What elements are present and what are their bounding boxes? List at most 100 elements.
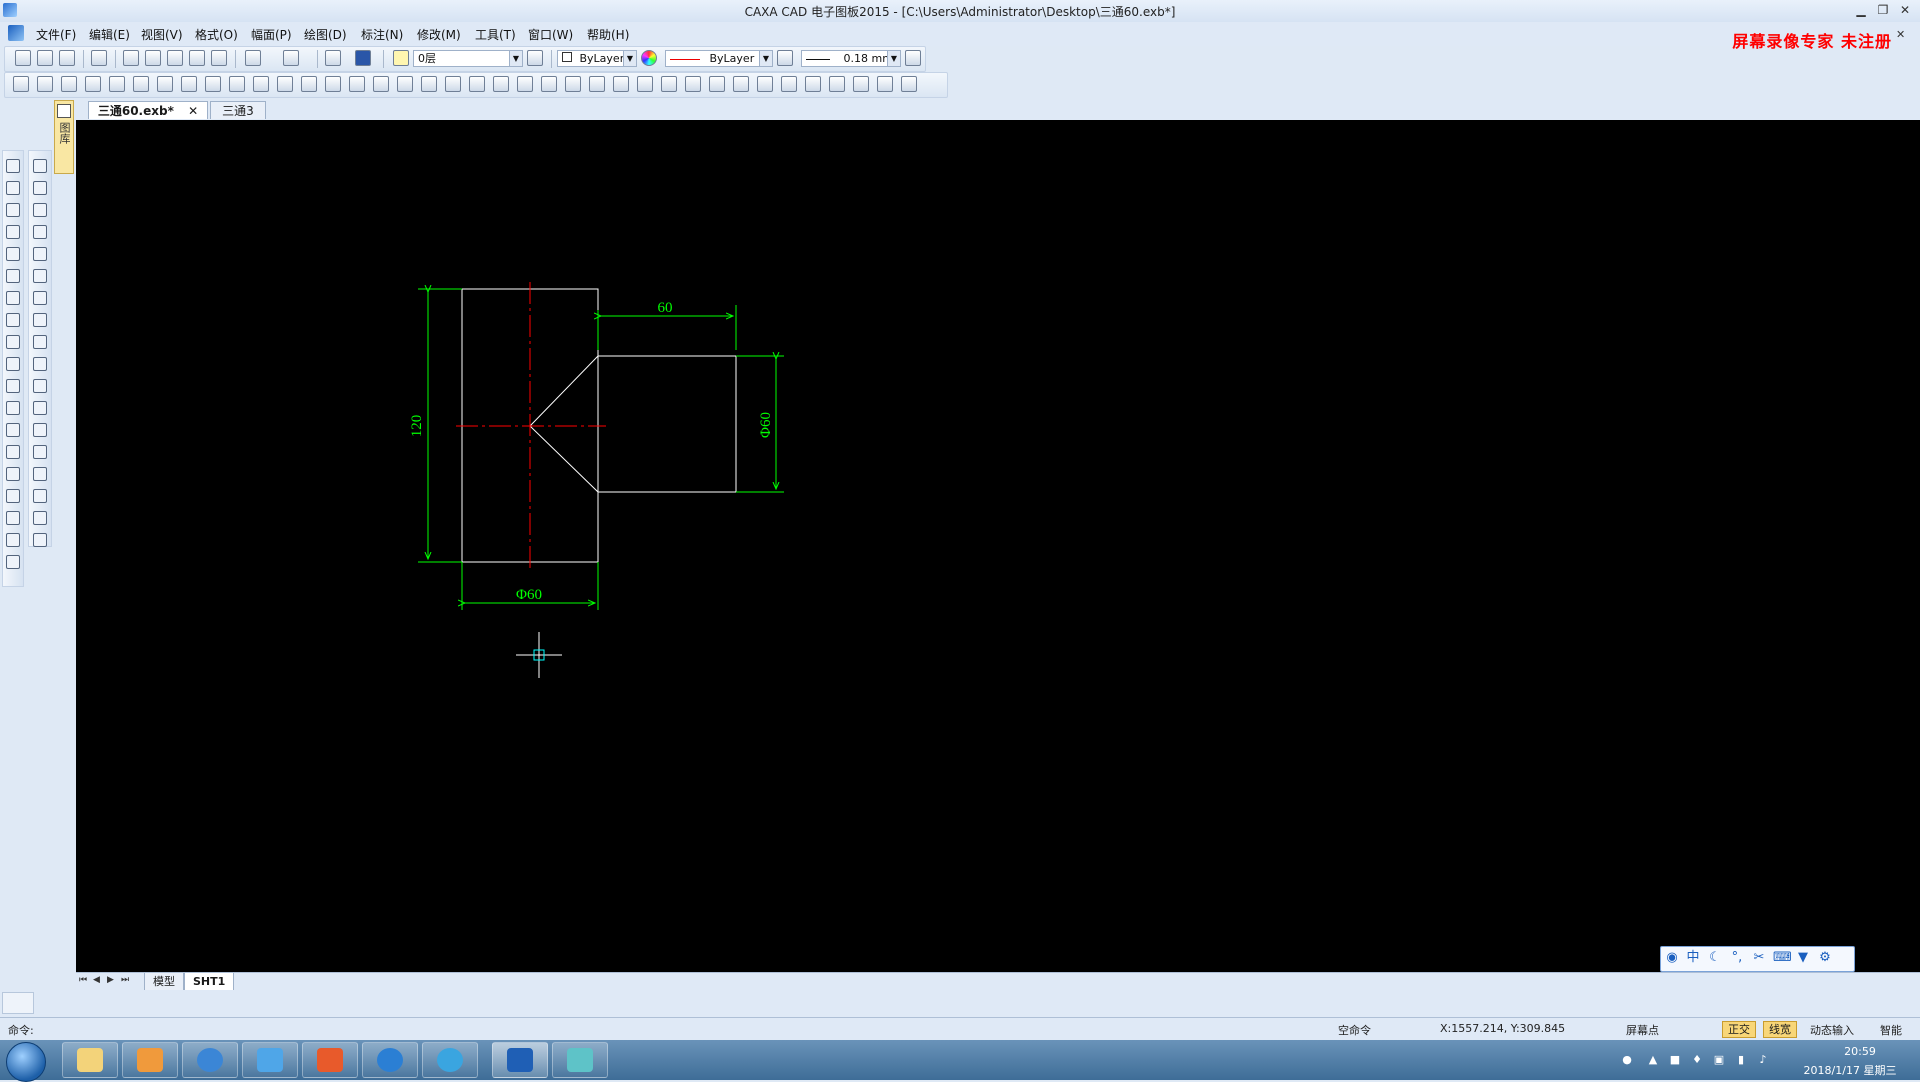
menu-tools[interactable]: 工具(T) [475,26,516,43]
prev-sheet-icon[interactable]: ◀ [93,975,100,985]
editor-taskbar-button[interactable] [302,1042,358,1078]
layer-icon[interactable] [637,76,653,92]
show-hidden-icons[interactable]: ▲ [1646,1053,1660,1067]
clear-icon[interactable] [325,50,341,66]
wave-icon[interactable] [181,76,197,92]
lineweight-manager-icon[interactable] [905,50,921,66]
punctuation-icon[interactable]: °, [1729,950,1745,966]
trim-icon[interactable] [349,76,365,92]
spline-icon[interactable] [157,76,173,92]
extend-icon[interactable] [373,76,389,92]
view2-icon[interactable] [37,76,53,92]
scale-icon[interactable] [541,76,557,92]
shield-icon[interactable]: ♦ [1690,1053,1704,1067]
lineweight-toggle[interactable]: 线宽 [1763,1021,1797,1038]
zoom-in-icon[interactable] [733,76,749,92]
scissors-icon[interactable]: ✂ [1751,950,1767,966]
cut-icon[interactable] [123,50,139,66]
align-icon[interactable] [33,489,47,503]
image-icon[interactable] [6,489,20,503]
dynamic-input-toggle[interactable]: 动态输入 [1810,1022,1854,1038]
gear-icon[interactable]: ⚙ [1817,950,1833,966]
fillet-icon[interactable] [33,401,47,415]
polyline-icon[interactable] [6,357,20,371]
app-window-taskbar-button[interactable] [552,1042,608,1078]
chamfer-icon[interactable] [33,423,47,437]
measure-icon[interactable] [853,76,869,92]
moon-icon[interactable]: ☾ [1707,950,1723,966]
dim2-icon[interactable] [325,76,341,92]
circle-icon[interactable] [6,203,20,217]
table-icon[interactable] [6,555,20,569]
ie2-taskbar-button[interactable] [362,1042,418,1078]
print-icon[interactable] [91,50,107,66]
menu-help[interactable]: 帮助(H) [587,26,629,43]
copy-icon[interactable] [145,50,161,66]
offset-icon[interactable] [33,467,47,481]
clock-date[interactable]: 2018/1/17 星期三 [1790,1062,1910,1078]
spline-icon[interactable] [6,247,20,261]
hatch-icon[interactable] [253,76,269,92]
browser3-taskbar-button[interactable] [422,1042,478,1078]
edit-icon[interactable] [877,76,893,92]
help-icon[interactable] [355,50,371,66]
tab-document[interactable]: 三通3 [210,101,266,119]
erase-icon[interactable] [33,159,47,173]
layer-state-icon[interactable] [393,50,409,66]
block-icon[interactable] [6,467,20,481]
offset-icon[interactable] [469,76,485,92]
tab-document-active[interactable]: 三通60.exb* ✕ [88,101,208,119]
mirror-icon[interactable] [493,76,509,92]
scale-icon[interactable] [33,291,47,305]
polygon-icon[interactable] [6,335,20,349]
text-icon[interactable] [109,76,125,92]
stretch-icon[interactable] [33,313,47,327]
stretch-icon[interactable] [613,76,629,92]
centerline-icon[interactable] [6,401,20,415]
menu-file[interactable]: 文件(F) [36,26,76,43]
copy-with-base-icon[interactable] [167,50,183,66]
library-side-tab[interactable]: 图库 [54,100,74,174]
ortho-toggle[interactable]: 正交 [1722,1021,1756,1038]
color-wheel-icon[interactable] [641,50,657,66]
break-icon[interactable] [205,76,221,92]
point-icon[interactable] [421,76,437,92]
pan-icon[interactable] [685,76,701,92]
point-icon[interactable] [6,269,20,283]
text-icon[interactable] [6,533,20,547]
color-combo[interactable]: ByLayer ▼ [557,50,637,67]
smart-mode[interactable]: 智能 [1880,1022,1902,1038]
view-icon[interactable] [13,76,29,92]
usb-icon[interactable]: ▣ [1712,1053,1726,1067]
chain-icon[interactable] [229,76,245,92]
minimize-button[interactable]: ▁ [1852,2,1870,18]
menu-dimension[interactable]: 标注(N) [361,26,403,43]
open-file-icon[interactable] [37,50,53,66]
app-menu-icon[interactable] [8,25,24,41]
network-icon[interactable]: ▮ [1734,1053,1748,1067]
tab-model[interactable]: 模型 [144,973,184,991]
copy-icon[interactable] [33,203,47,217]
media-player-taskbar-button[interactable] [122,1042,178,1078]
first-sheet-icon[interactable]: ⏮ [79,975,87,985]
volume-icon[interactable]: ♪ [1756,1053,1770,1067]
redo-icon[interactable] [283,50,299,66]
rectangle-icon[interactable] [6,313,20,327]
clock-time[interactable]: 20:59 [1820,1045,1900,1058]
move-icon[interactable] [33,181,47,195]
keyboard-icon[interactable]: ⌨ [1773,950,1792,966]
close-button[interactable]: ✕ [1896,2,1914,18]
prop-icon[interactable] [661,76,677,92]
move-icon[interactable] [589,76,605,92]
dim-icon[interactable] [301,76,317,92]
next-sheet-icon[interactable]: ▶ [107,975,114,985]
query-icon[interactable] [829,76,845,92]
ie-taskbar-button[interactable] [182,1042,238,1078]
zoom-out-icon[interactable] [757,76,773,92]
close-icon[interactable]: ✕ [188,104,198,118]
layer-combo[interactable]: 0层 ▼ [413,50,523,67]
magnet-icon[interactable] [781,76,797,92]
line-icon[interactable] [6,159,20,173]
mirror-icon[interactable] [33,247,47,261]
menu-window[interactable]: 窗口(W) [528,26,573,43]
